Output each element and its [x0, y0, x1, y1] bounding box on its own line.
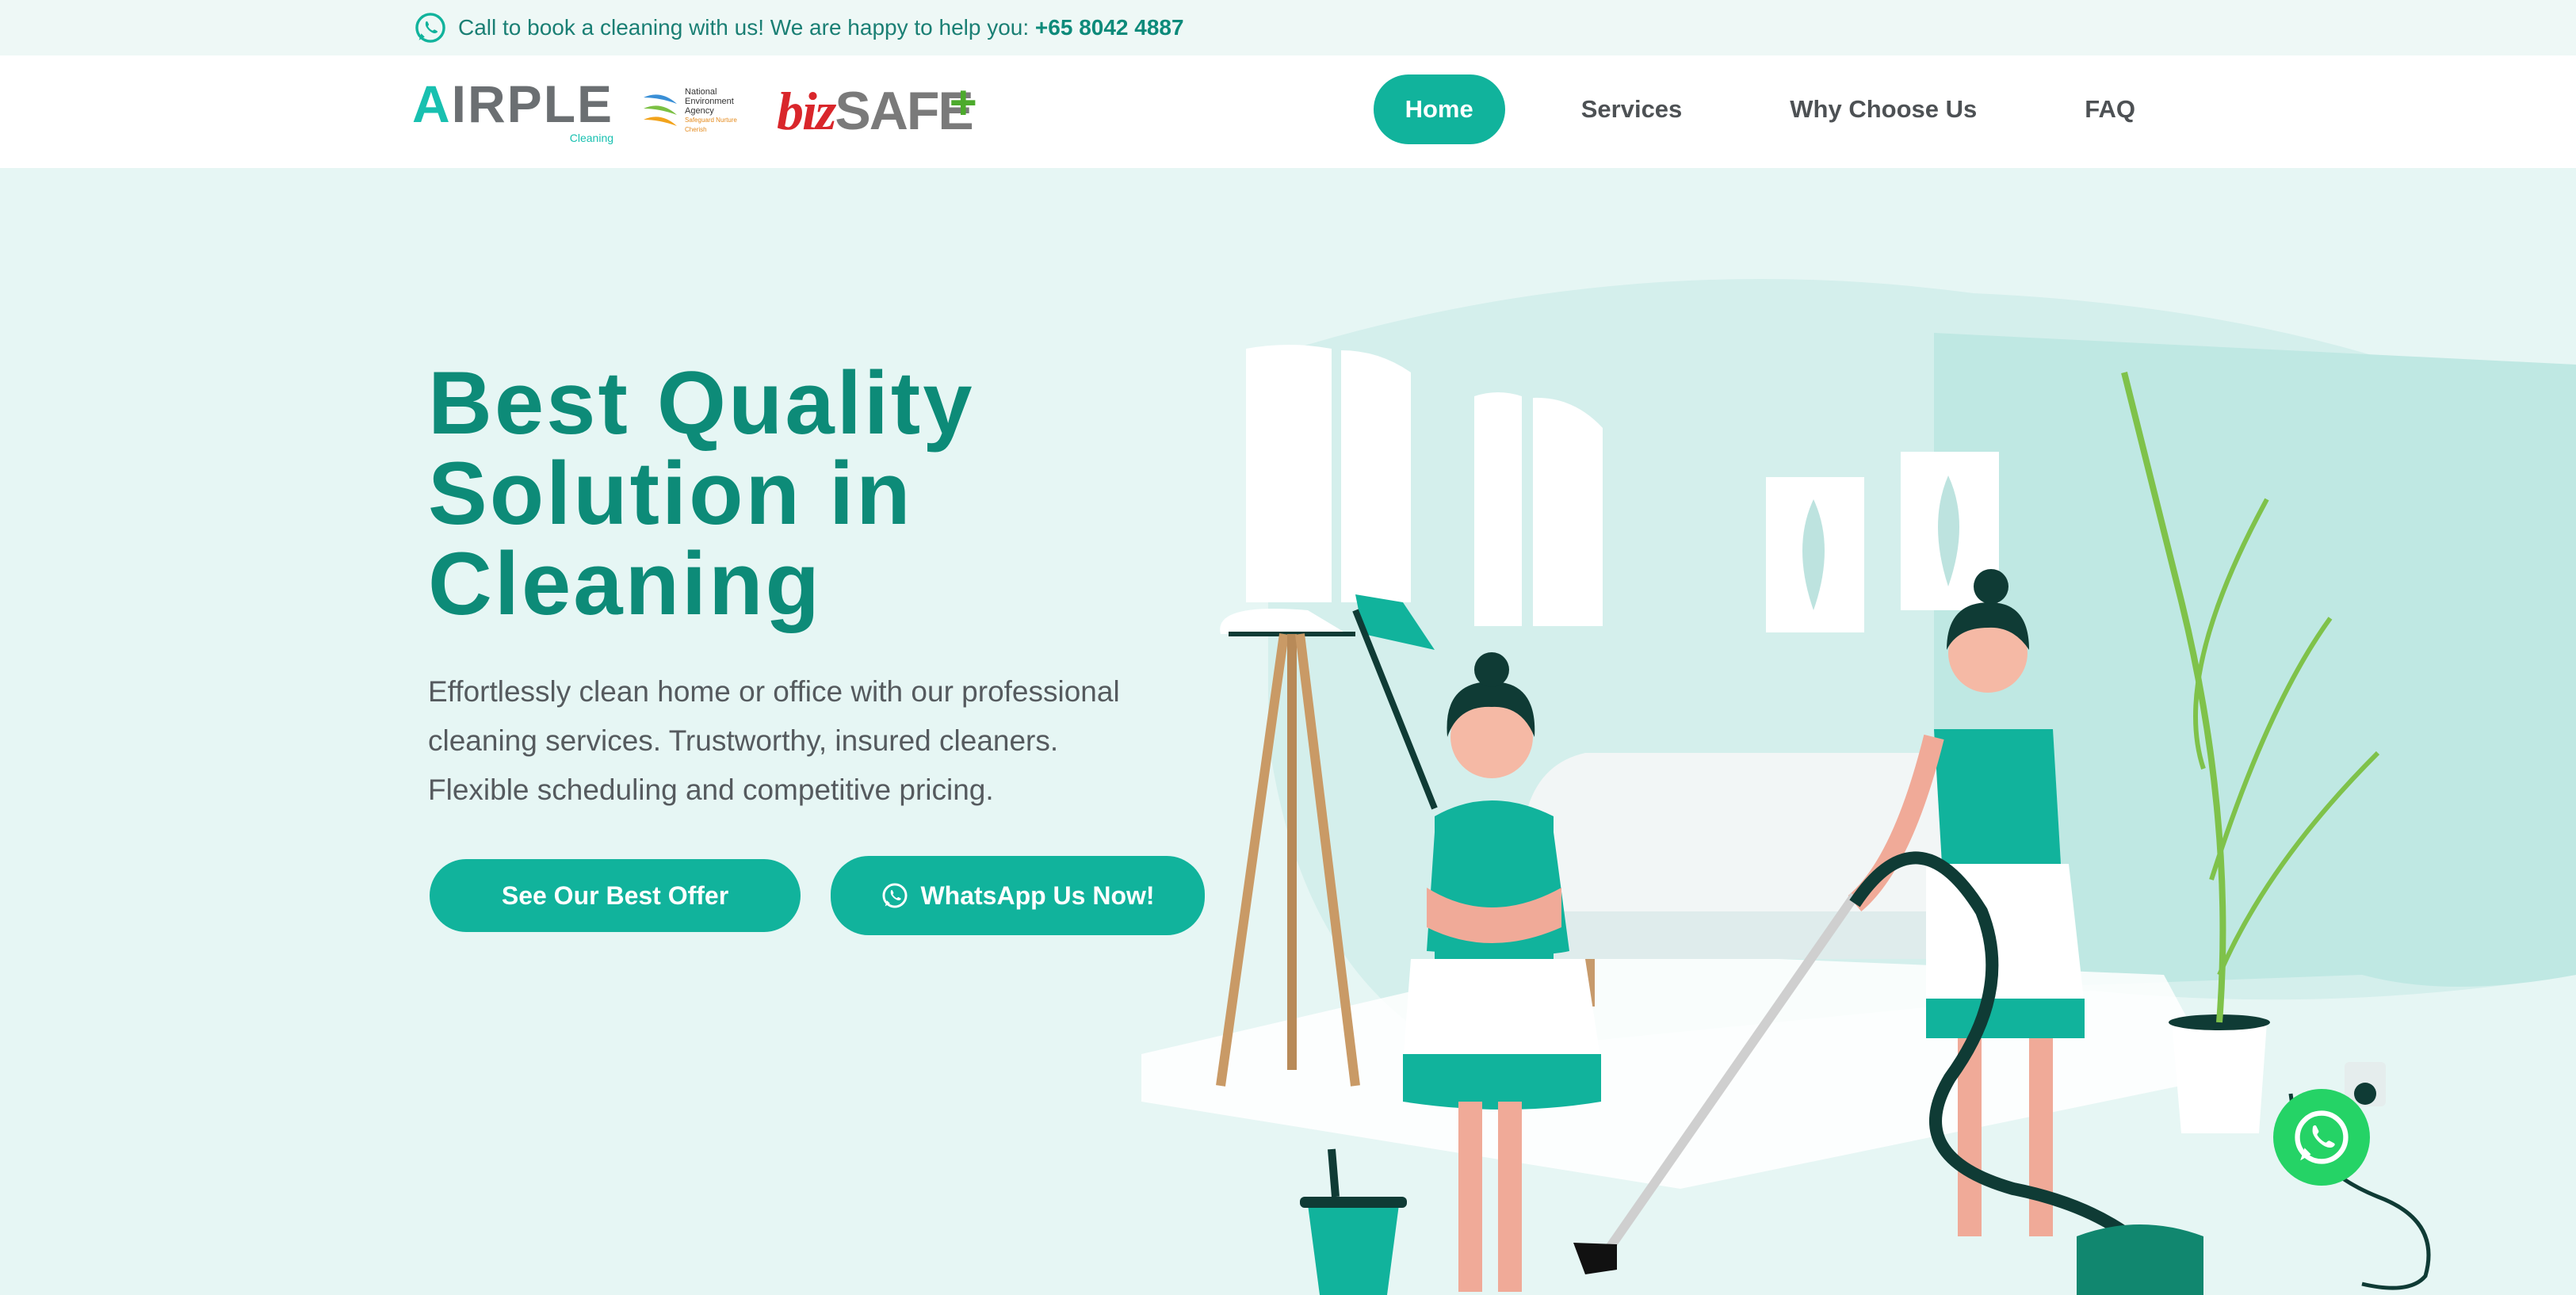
hero-title-line: Solution in: [428, 444, 913, 543]
airple-logo-letter: A: [412, 74, 452, 133]
nav-home[interactable]: Home: [1373, 74, 1505, 144]
whatsapp-icon: [2295, 1110, 2349, 1164]
whatsapp-icon: [882, 883, 908, 908]
hero-title: Best Quality Solution in Cleaning: [428, 358, 1141, 629]
hero-title-line: Best Quality: [428, 353, 975, 453]
nav-faq[interactable]: FAQ: [2053, 74, 2167, 144]
whatsapp-us-label: WhatsApp Us Now!: [920, 881, 1155, 910]
contact-message: Call to book a cleaning with us! We are …: [458, 15, 1030, 40]
airple-logo[interactable]: AIRPLE Cleaning: [412, 78, 613, 144]
nea-logo: National Environment Agency Safeguard Nu…: [642, 87, 748, 135]
hero-description: Effortlessly clean home or office with o…: [428, 675, 1120, 806]
contact-phone-link[interactable]: +65 8042 4887: [1035, 15, 1184, 40]
nea-label: National Environment Agency: [685, 87, 734, 116]
hero-title-line: Cleaning: [428, 534, 822, 633]
logo-group: AIRPLE Cleaning National Environment Age…: [412, 78, 977, 144]
see-best-offer-button[interactable]: See Our Best Offer: [430, 859, 801, 932]
bucket: [1300, 1148, 1407, 1295]
airple-logo-sub: Cleaning: [569, 132, 614, 144]
contact-text: Call to book a cleaning with us! We are …: [458, 15, 1184, 40]
header-navbar: AIRPLE Cleaning National Environment Age…: [0, 55, 2576, 168]
nav-services[interactable]: Services: [1550, 74, 1714, 144]
bizsafe-logo: bizSAFE +: [777, 79, 977, 141]
nea-leaf-icon: [644, 94, 678, 126]
nea-tagline: Safeguard Nurture Cherish: [685, 117, 737, 133]
contact-line: Call to book a cleaning with us! We are …: [414, 11, 1184, 44]
whatsapp-icon[interactable]: [414, 11, 447, 44]
floating-whatsapp-button[interactable]: [2273, 1089, 2370, 1186]
see-best-offer-label: See Our Best Offer: [501, 881, 729, 910]
main-nav: Home Services Why Choose Us FAQ: [1373, 74, 2167, 144]
nea-text: National Environment Agency Safeguard Nu…: [685, 87, 748, 135]
nav-why-choose-us[interactable]: Why Choose Us: [1758, 74, 2008, 144]
airple-wordmark: AIRPLE: [412, 78, 613, 130]
bizsafe-biz: biz: [777, 81, 836, 141]
top-contact-bar: Call to book a cleaning with us! We are …: [0, 0, 2576, 55]
bizsafe-plus: +: [949, 76, 977, 129]
airple-logo-rest: IRPLE: [451, 74, 614, 133]
